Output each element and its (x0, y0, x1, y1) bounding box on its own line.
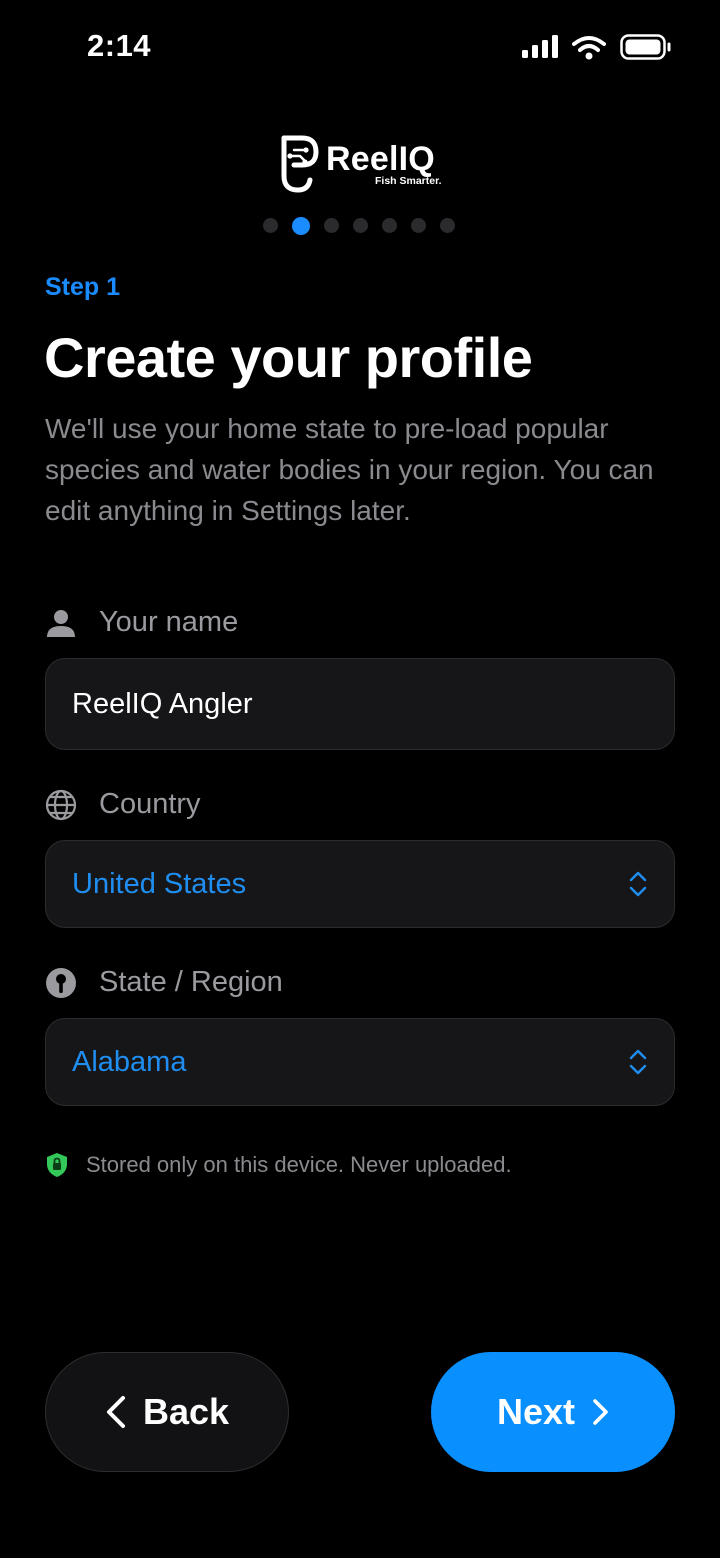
progress-dot (411, 218, 426, 233)
country-select[interactable]: United States (45, 840, 675, 928)
progress-dot (324, 218, 339, 233)
progress-dot-current (292, 216, 310, 235)
next-button[interactable]: Next (431, 1352, 675, 1472)
privacy-note: Stored only on this device. Never upload… (46, 1152, 512, 1178)
chevron-up-down-icon (629, 871, 647, 897)
step-label: Step 1 (45, 273, 121, 301)
shield-lock-icon (47, 1153, 67, 1177)
page-subtitle: We'll use your home state to pre-load po… (45, 413, 654, 526)
chevron-left-icon (106, 1396, 125, 1428)
name-label-text: Your name (99, 606, 239, 638)
state-select[interactable]: Alabama (45, 1018, 675, 1106)
state-field-label: State / Region (45, 966, 283, 999)
name-input[interactable] (72, 687, 592, 721)
progress-dot (263, 218, 278, 233)
brand-logo: ReelIQ Fish Smarter. (274, 132, 454, 196)
chevron-right-icon (593, 1399, 608, 1425)
name-field-label: Your name (45, 606, 238, 639)
state-label-text: State / Region (99, 966, 283, 998)
chevron-up-down-icon (629, 1049, 647, 1075)
progress-dot (440, 218, 455, 233)
back-button[interactable]: Back (45, 1352, 289, 1472)
country-select-value: United States (72, 867, 247, 900)
cellular-signal-icon (522, 35, 558, 58)
progress-dot (382, 218, 397, 233)
page-title: Create your profile (44, 326, 533, 389)
brand-tagline: Fish Smarter. (375, 175, 442, 187)
state-select-value: Alabama (72, 1045, 187, 1078)
wifi-icon (572, 35, 606, 59)
status-time: 2:14 (87, 28, 152, 63)
globe-icon (45, 789, 77, 821)
person-icon (45, 607, 77, 639)
status-bar: 2:14 (0, 0, 720, 95)
brand-name: ReelIQ (326, 140, 435, 178)
location-pin-icon (45, 967, 77, 999)
country-label-text: Country (99, 788, 201, 820)
reeliq-hook-logo-icon (281, 135, 319, 193)
battery-icon (620, 34, 671, 60)
country-field-label: Country (45, 788, 201, 821)
back-button-label: Back (142, 1391, 230, 1432)
progress-dot (353, 218, 368, 233)
privacy-note-text: Stored only on this device. Never upload… (86, 1152, 512, 1177)
status-icons (522, 34, 672, 60)
next-button-label: Next (496, 1391, 576, 1432)
step-progress-dots (263, 216, 455, 235)
name-field[interactable] (45, 658, 675, 750)
